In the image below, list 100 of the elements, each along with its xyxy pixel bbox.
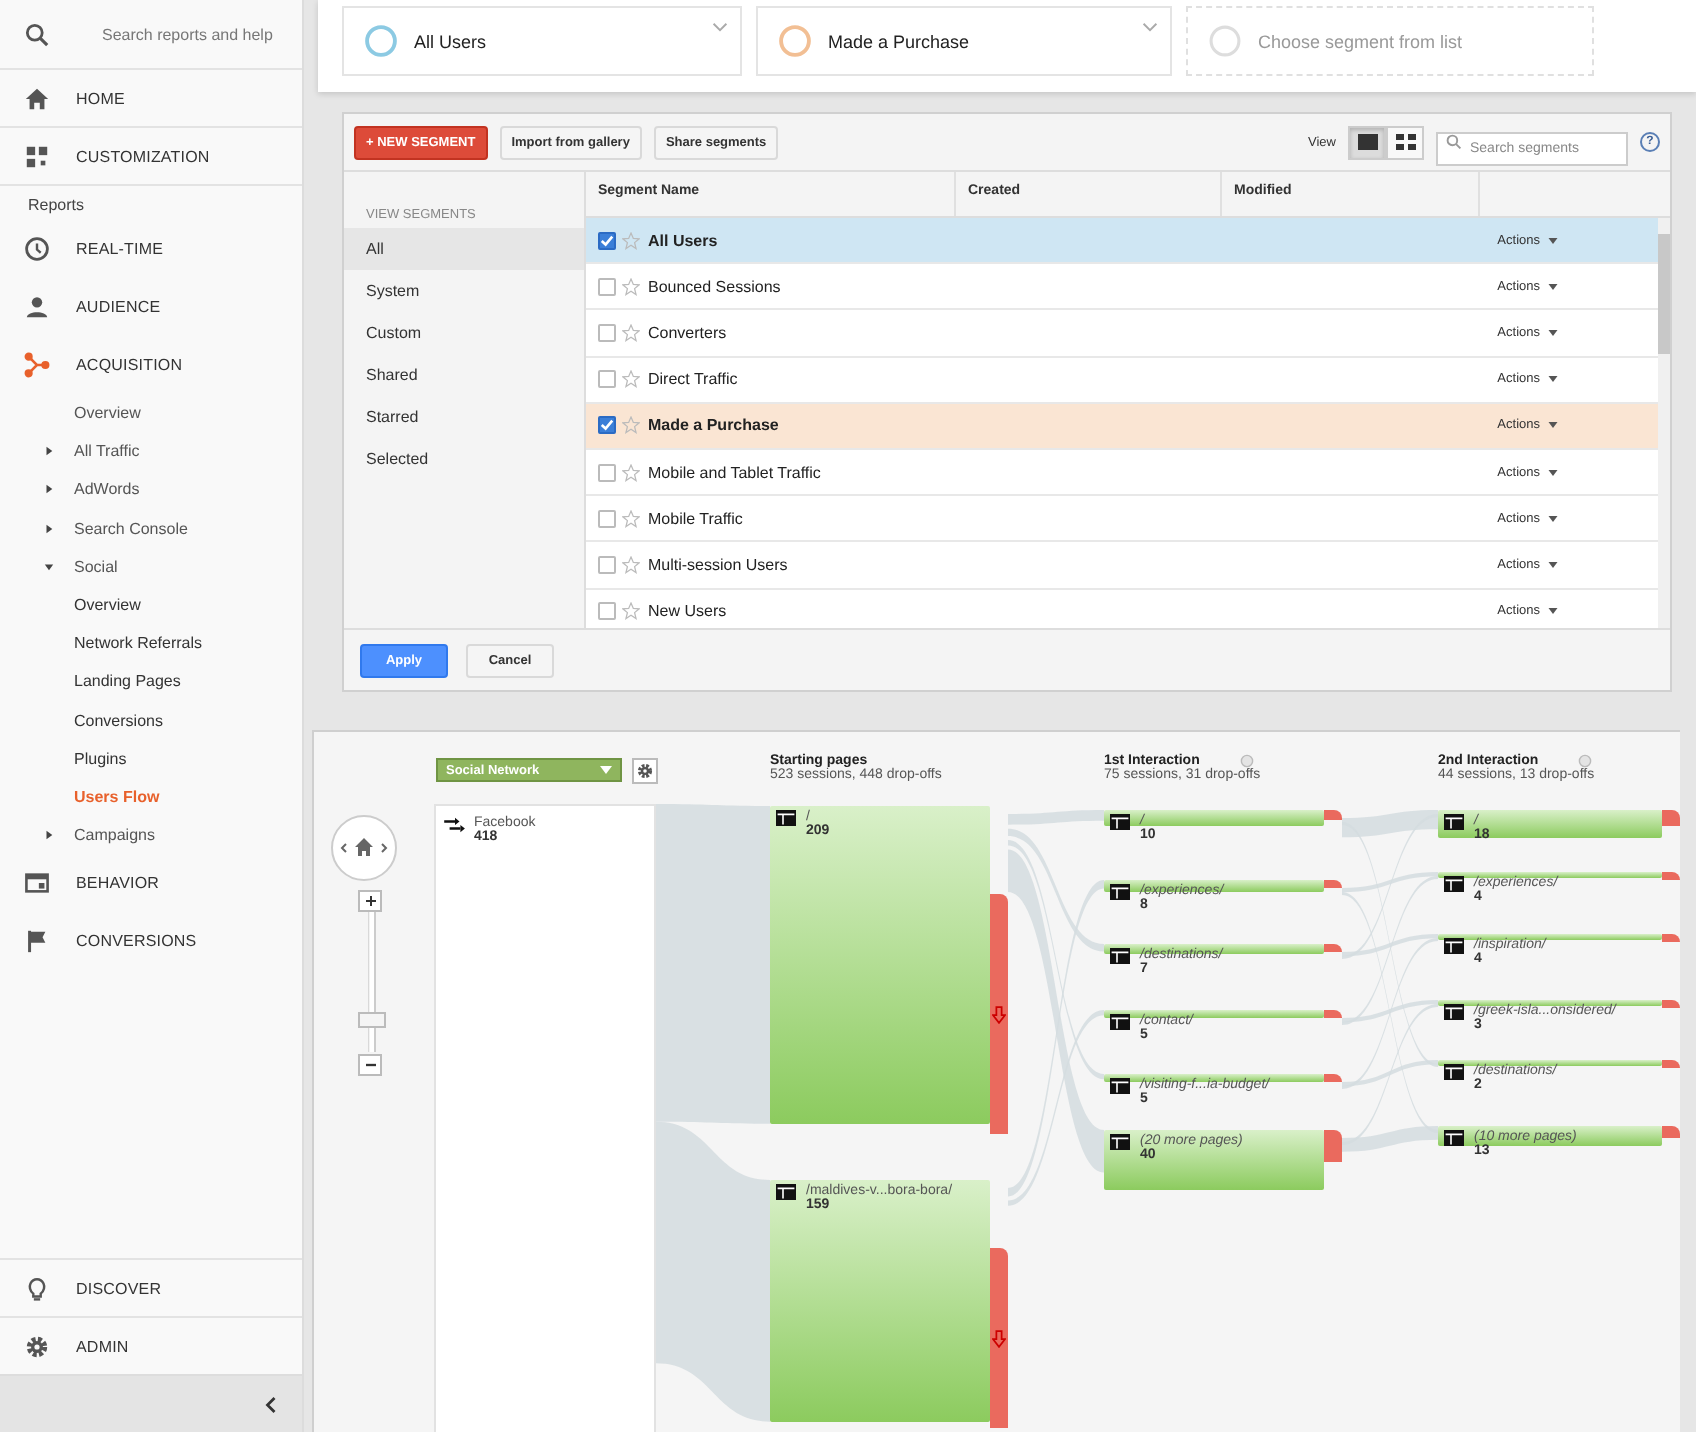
nav-item[interactable]: ACQUISITION xyxy=(0,336,302,394)
page-node-bar[interactable] xyxy=(1438,872,1662,879)
drop-off-bar[interactable] xyxy=(1662,1060,1680,1068)
filter-item[interactable]: Selected xyxy=(344,438,584,480)
settings-icon xyxy=(636,762,654,780)
nav-item[interactable]: CUSTOMIZATION xyxy=(0,128,302,186)
page-node-bar[interactable] xyxy=(1438,810,1662,838)
grid-view-icon xyxy=(1395,134,1415,150)
page-node-bar[interactable] xyxy=(1438,934,1662,941)
page-icon xyxy=(776,1184,796,1200)
nav-item[interactable]: DISCOVER xyxy=(0,1258,302,1316)
drop-off-bar[interactable] xyxy=(1662,1126,1680,1138)
search-field[interactable]: Search reports and help xyxy=(102,25,322,43)
page-node-bar[interactable] xyxy=(1438,1000,1662,1006)
segment-chip[interactable]: Made a Purchase xyxy=(756,6,1172,76)
nav-item[interactable]: AUDIENCE xyxy=(0,278,302,336)
checkbox[interactable] xyxy=(598,509,616,528)
filter-item[interactable]: All xyxy=(344,228,584,270)
drop-off-bar[interactable] xyxy=(1324,880,1342,888)
star-icon[interactable] xyxy=(622,416,640,435)
drop-off-bar[interactable] xyxy=(1324,1074,1342,1082)
checkbox[interactable] xyxy=(598,370,616,389)
caret-icon xyxy=(1548,237,1558,244)
nav-item[interactable]: REAL-TIME xyxy=(0,220,302,278)
star-icon[interactable] xyxy=(622,602,640,621)
star-icon[interactable] xyxy=(622,509,640,528)
drop-off-bar[interactable] xyxy=(1324,1130,1342,1162)
checkbox[interactable] xyxy=(598,416,616,435)
filter-item[interactable]: Shared xyxy=(344,354,584,396)
star-icon[interactable] xyxy=(622,323,640,342)
page-node-bar[interactable] xyxy=(1438,1126,1662,1146)
page-node-bar[interactable] xyxy=(1104,810,1324,826)
page-node-bar[interactable] xyxy=(1438,1060,1662,1066)
nav-subitem[interactable]: AdWords xyxy=(0,470,302,510)
arrows-icon xyxy=(444,816,466,834)
pan-control[interactable] xyxy=(330,814,398,882)
star-icon[interactable] xyxy=(622,231,640,250)
drop-off-bar[interactable] xyxy=(1662,934,1680,942)
scrollbar[interactable] xyxy=(1658,218,1670,628)
drop-off-bar[interactable] xyxy=(990,894,1008,1134)
nav-subitem[interactable]: Network Referrals xyxy=(0,624,302,663)
nav-subitem[interactable]: Landing Pages xyxy=(0,662,302,701)
zoom-in-button[interactable] xyxy=(358,890,382,912)
drop-off-bar[interactable] xyxy=(1662,1000,1680,1008)
checkbox[interactable] xyxy=(598,463,616,482)
drop-off-bar[interactable] xyxy=(990,1247,1008,1429)
nav-subitem[interactable]: Overview xyxy=(0,585,302,625)
nav-item[interactable]: CONVERSIONS xyxy=(0,912,302,971)
circle-icon[interactable] xyxy=(1239,754,1254,768)
view-toggle[interactable] xyxy=(1386,125,1424,159)
checkbox[interactable] xyxy=(598,602,616,621)
slider-thumb[interactable] xyxy=(358,1011,386,1028)
checkbox[interactable] xyxy=(598,555,616,574)
page-icon xyxy=(1110,1134,1130,1150)
lightbulb-icon xyxy=(24,1275,50,1301)
star-icon[interactable] xyxy=(622,463,640,482)
star-icon[interactable] xyxy=(622,555,640,574)
circle-icon[interactable] xyxy=(1578,754,1593,768)
nav-subitem[interactable]: Conversions xyxy=(0,701,302,740)
person-icon xyxy=(24,294,50,320)
page-icon xyxy=(1444,1064,1464,1080)
nav-subitem[interactable]: Campaigns xyxy=(0,816,302,855)
segment-name: Mobile and Tablet Traffic xyxy=(648,463,821,482)
nav-subitem[interactable]: Search Console xyxy=(0,509,302,548)
nav-subitem[interactable]: Overview xyxy=(0,394,302,433)
filter-item[interactable]: System xyxy=(344,270,584,312)
filter-item[interactable]: Starred xyxy=(344,396,584,438)
star-icon[interactable] xyxy=(622,370,640,389)
star-icon[interactable] xyxy=(622,277,640,296)
search-icon xyxy=(24,21,50,47)
nav-subitem[interactable]: Social xyxy=(0,547,302,586)
drop-off-bar[interactable] xyxy=(1324,810,1342,820)
flag-icon xyxy=(24,928,50,955)
drop-off-bar[interactable] xyxy=(1324,944,1342,952)
settings-button[interactable] xyxy=(632,758,658,784)
drop-off-bar[interactable] xyxy=(1662,810,1680,827)
zoom-out-button[interactable] xyxy=(358,1054,382,1076)
page-icon xyxy=(1444,1130,1464,1146)
page-icon xyxy=(1444,876,1464,892)
drop-off-bar[interactable] xyxy=(1662,872,1680,880)
nav-subitem[interactable]: Plugins xyxy=(0,739,302,778)
page-node-bar[interactable] xyxy=(770,1180,990,1422)
clock-icon xyxy=(24,236,50,262)
drop-off-bar[interactable] xyxy=(1324,1010,1342,1018)
filter-item[interactable]: Custom xyxy=(344,312,584,354)
segment-name: Mobile Traffic xyxy=(648,509,743,528)
checkbox[interactable] xyxy=(598,277,616,296)
segment-chip[interactable]: All Users xyxy=(342,6,742,76)
page-node-bar[interactable] xyxy=(770,806,990,1124)
caret-icon xyxy=(1548,283,1558,290)
nav-subitem[interactable]: All Traffic xyxy=(0,432,302,471)
down-arrow-icon xyxy=(992,1329,1006,1348)
nav-item[interactable]: HOME xyxy=(0,70,302,128)
checkbox[interactable] xyxy=(598,231,616,250)
view-toggle[interactable] xyxy=(1348,125,1386,159)
checkbox[interactable] xyxy=(598,323,616,342)
nav-item[interactable]: BEHAVIOR xyxy=(0,854,302,913)
list-view-icon xyxy=(1357,134,1377,150)
branch-icon xyxy=(24,352,50,378)
page-node-bar[interactable] xyxy=(1104,1130,1324,1191)
